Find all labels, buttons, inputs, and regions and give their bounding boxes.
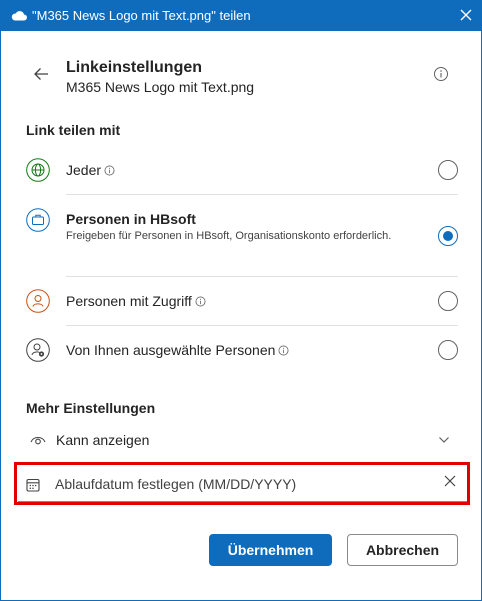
option-people-in-org[interactable]: Personen in HBsoft Freigeben für Persone… bbox=[26, 206, 458, 266]
divider bbox=[66, 325, 458, 326]
close-icon[interactable] bbox=[459, 8, 473, 22]
option-specific-people[interactable]: Von Ihnen ausgewählte Personen bbox=[26, 336, 458, 364]
divider bbox=[66, 194, 458, 195]
permission-label: Kann anzeigen bbox=[56, 432, 150, 448]
briefcase-icon bbox=[26, 208, 50, 232]
expiration-date-placeholder: Ablaufdatum festlegen (MM/DD/YYYY) bbox=[55, 476, 297, 492]
cancel-button[interactable]: Abbrechen bbox=[347, 534, 458, 566]
onedrive-cloud-icon bbox=[11, 11, 27, 21]
expiration-date-input[interactable]: Ablaufdatum festlegen (MM/DD/YYYY) bbox=[18, 466, 467, 502]
clear-date-icon[interactable] bbox=[443, 474, 457, 488]
apply-button[interactable]: Übernehmen bbox=[209, 534, 332, 566]
window-title: "M365 News Logo mit Text.png" teilen bbox=[32, 8, 251, 23]
title-bar: "M365 News Logo mit Text.png" teilen bbox=[1, 0, 482, 31]
eye-icon bbox=[30, 436, 46, 445]
info-icon[interactable] bbox=[278, 345, 289, 356]
file-name: M365 News Logo mit Text.png bbox=[66, 79, 255, 95]
option-people-in-org-description: Freigeben für Personen in HBsoft, Organi… bbox=[66, 230, 392, 242]
globe-icon bbox=[26, 158, 50, 182]
person-settings-icon bbox=[26, 338, 50, 362]
radio-people-in-org[interactable] bbox=[438, 226, 458, 246]
option-people-with-access-text: Personen mit Zugriff bbox=[66, 293, 206, 310]
permission-dropdown[interactable]: Kann anzeigen bbox=[26, 428, 458, 452]
chevron-down-icon bbox=[439, 437, 449, 443]
divider bbox=[66, 276, 458, 277]
option-specific-people-label: Von Ihnen ausgewählte Personen bbox=[66, 342, 276, 358]
person-icon bbox=[26, 289, 50, 313]
back-arrow-icon[interactable] bbox=[33, 66, 49, 82]
info-icon[interactable] bbox=[195, 296, 206, 307]
share-with-label: Link teilen mit bbox=[26, 122, 121, 138]
page-title: Linkeinstellungen bbox=[66, 59, 203, 76]
radio-everyone[interactable] bbox=[438, 160, 458, 180]
more-settings-label: Mehr Einstellungen bbox=[26, 400, 156, 416]
option-people-in-org-label: Personen in HBsoft bbox=[66, 211, 196, 227]
radio-people-with-access[interactable] bbox=[438, 291, 458, 311]
option-specific-people-text: Von Ihnen ausgewählte Personen bbox=[66, 342, 289, 359]
info-icon[interactable] bbox=[104, 165, 115, 176]
radio-specific-people[interactable] bbox=[438, 340, 458, 360]
option-everyone[interactable]: Jeder bbox=[26, 156, 458, 184]
option-people-with-access[interactable]: Personen mit Zugriff bbox=[26, 287, 458, 315]
share-dialog: "M365 News Logo mit Text.png" teilen Lin… bbox=[0, 0, 482, 601]
option-everyone-label: Jeder bbox=[66, 162, 102, 178]
calendar-icon bbox=[26, 478, 40, 492]
option-everyone-text: Jeder bbox=[66, 162, 115, 179]
option-people-with-access-label: Personen mit Zugriff bbox=[66, 293, 192, 309]
info-icon[interactable] bbox=[433, 66, 449, 82]
